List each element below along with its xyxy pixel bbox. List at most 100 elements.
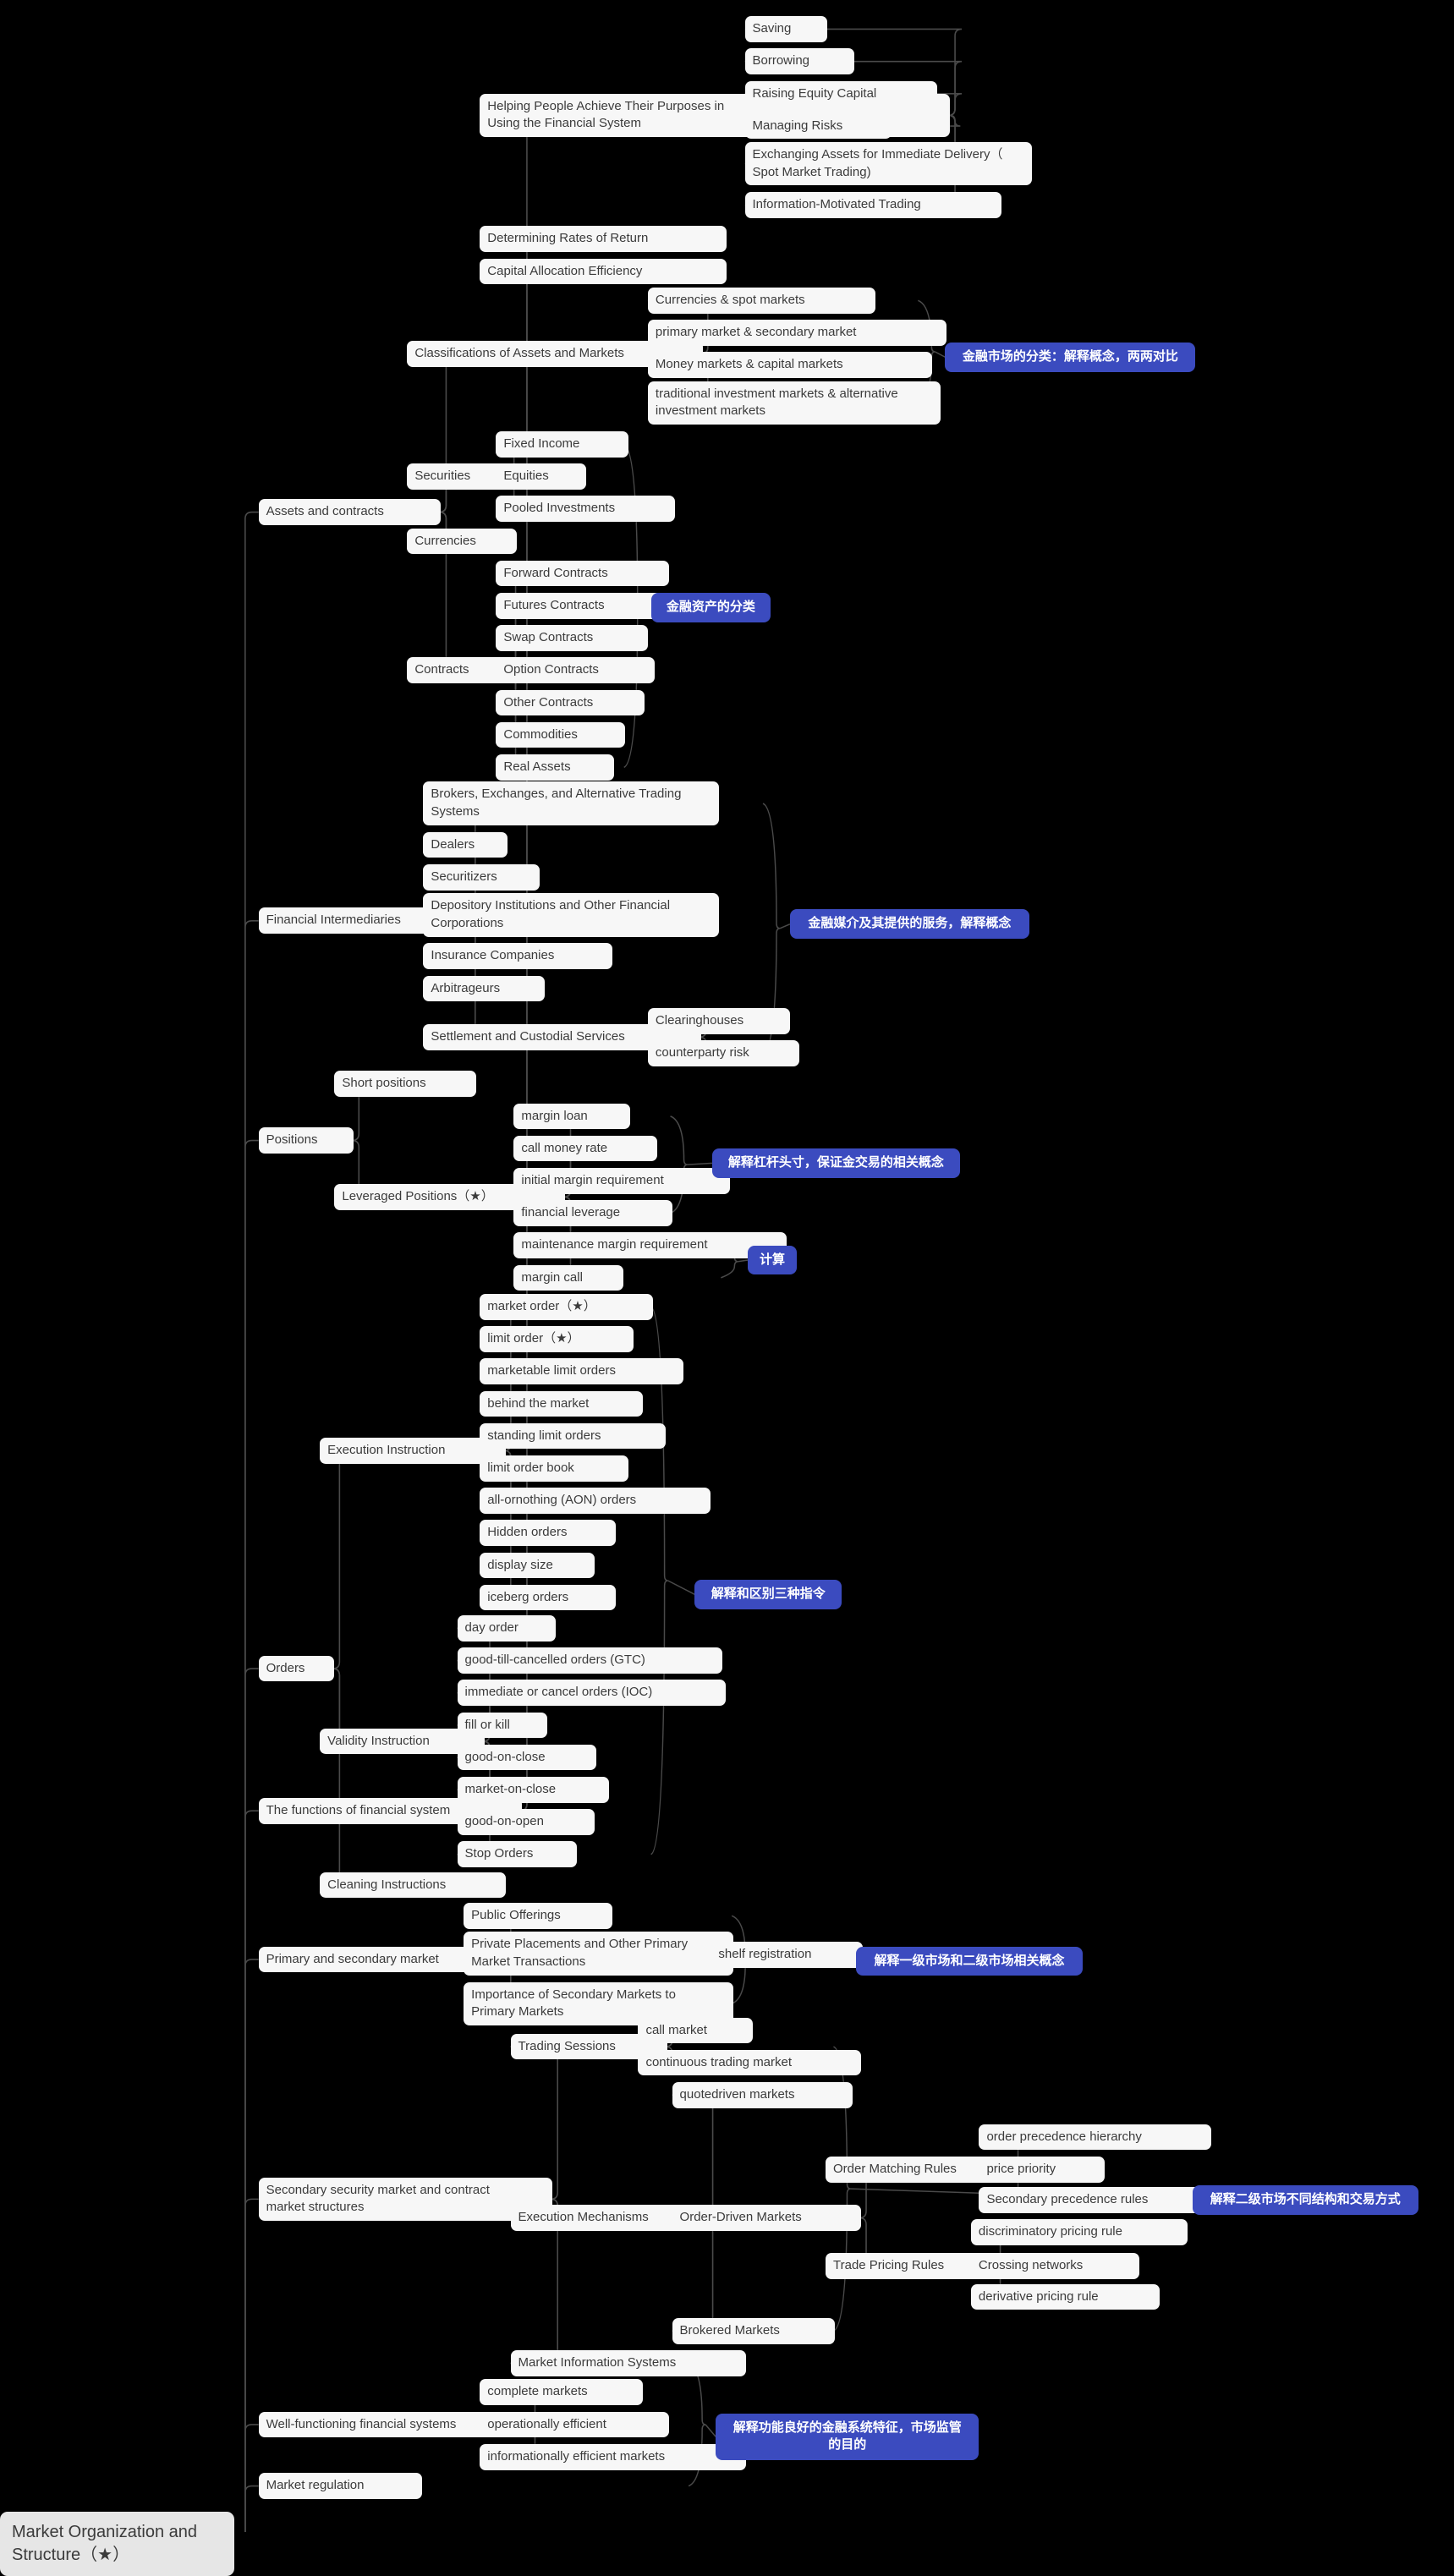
node-swap-contracts[interactable]: Swap Contracts	[496, 625, 648, 651]
node-currencies-spot-markets[interactable]: Currencies & spot markets	[647, 287, 876, 314]
node-forward-contracts[interactable]: Forward Contracts	[496, 560, 669, 587]
node-maintenance-margin-requirement[interactable]: maintenance margin requirement	[513, 1232, 787, 1259]
node-display-size[interactable]: display size	[480, 1552, 595, 1579]
node-market-on-close[interactable]: market-on-close	[457, 1777, 610, 1803]
mindmap-root-node[interactable]: Market Organization and Structure（★）	[0, 2512, 234, 2576]
annotation-node[interactable]: 金融媒介及其提供的服务，解释概念	[789, 909, 1029, 940]
node-traditional-investment-markets-alternative-i[interactable]: traditional investment markets & alterna…	[647, 381, 941, 425]
node-financial-leverage[interactable]: financial leverage	[513, 1200, 672, 1226]
node-order-driven-markets[interactable]: Order-Driven Markets	[672, 2205, 862, 2231]
node-insurance-companies[interactable]: Insurance Companies	[423, 943, 612, 970]
node-continuous-trading-market[interactable]: continuous trading market	[638, 2049, 862, 2076]
annotation-node[interactable]: 解释二级市场不同结构和交易方式	[1192, 2185, 1418, 2215]
node-pooled-investments[interactable]: Pooled Investments	[496, 496, 676, 523]
node-immediate-or-cancel-orders-ioc[interactable]: immediate or cancel orders (IOC)	[457, 1680, 726, 1707]
node-derivative-pricing-rule[interactable]: derivative pricing rule	[970, 2283, 1160, 2310]
node-clearinghouses[interactable]: Clearinghouses	[647, 1007, 790, 1034]
node-call-market[interactable]: call market	[638, 2017, 754, 2044]
node-securitizers[interactable]: Securitizers	[423, 863, 540, 891]
node-hidden-orders[interactable]: Hidden orders	[480, 1520, 616, 1546]
node-depository-institutions-and-other-financial-[interactable]: Depository Institutions and Other Financ…	[423, 893, 719, 937]
node-brokered-markets[interactable]: Brokered Markets	[672, 2317, 836, 2344]
node-complete-markets[interactable]: complete markets	[480, 2379, 644, 2406]
node-commodities[interactable]: Commodities	[496, 721, 626, 748]
node-counterparty-risk[interactable]: counterparty risk	[647, 1040, 800, 1066]
node-standing-limit-orders[interactable]: standing limit orders	[480, 1422, 666, 1450]
node-arbitrageurs[interactable]: Arbitrageurs	[423, 975, 545, 1002]
node-execution-instruction[interactable]: Execution Instruction	[320, 1437, 506, 1464]
node-trade-pricing-rules[interactable]: Trade Pricing Rules	[826, 2253, 996, 2280]
node-contracts[interactable]: Contracts	[407, 657, 511, 684]
node-information-motivated-trading[interactable]: Information-Motivated Trading	[744, 192, 1002, 218]
node-option-contracts[interactable]: Option Contracts	[496, 657, 655, 684]
node-determining-rates-of-return[interactable]: Determining Rates of Return	[480, 226, 727, 253]
node-market-order[interactable]: market order（★）	[480, 1293, 653, 1320]
node-raising-equity-capital[interactable]: Raising Equity Capital	[744, 80, 937, 107]
node-short-positions[interactable]: Short positions	[334, 1071, 477, 1098]
node-good-till-cancelled-orders-gtc[interactable]: good-till-cancelled orders (GTC)	[457, 1647, 722, 1674]
node-day-order[interactable]: day order	[457, 1615, 557, 1642]
node-marketable-limit-orders[interactable]: marketable limit orders	[480, 1358, 683, 1384]
node-secondary-security-market-and-contract-marke[interactable]: Secondary security market and contract m…	[258, 2177, 553, 2222]
node-money-markets-capital-markets[interactable]: Money markets & capital markets	[647, 352, 933, 379]
node-other-contracts[interactable]: Other Contracts	[496, 689, 645, 716]
node-shelf-registration[interactable]: shelf registration	[711, 1941, 863, 1968]
node-market-regulation[interactable]: Market regulation	[258, 2473, 422, 2499]
connector-line	[244, 1810, 259, 2532]
node-behind-the-market[interactable]: behind the market	[480, 1390, 644, 1417]
annotation-node[interactable]: 金融资产的分类	[650, 592, 771, 622]
connector-line	[244, 919, 259, 2532]
node-assets-and-contracts[interactable]: Assets and contracts	[258, 499, 442, 525]
node-limit-order-book[interactable]: limit order book	[480, 1455, 628, 1482]
node-margin-call[interactable]: margin call	[513, 1264, 624, 1291]
node-private-placements-and-other-primary-market-[interactable]: Private Placements and Other Primary Mar…	[464, 1932, 734, 1976]
node-discriminatory-pricing-rule[interactable]: discriminatory pricing rule	[970, 2219, 1188, 2246]
annotation-node[interactable]: 计算	[748, 1245, 797, 1275]
node-equities[interactable]: Equities	[496, 463, 587, 490]
node-dealers[interactable]: Dealers	[423, 831, 508, 858]
node-market-information-systems[interactable]: Market Information Systems	[510, 2350, 747, 2376]
node-secondary-precedence-rules[interactable]: Secondary precedence rules	[979, 2187, 1223, 2213]
connector-wires	[244, 28, 1193, 2532]
node-real-assets[interactable]: Real Assets	[496, 754, 614, 781]
node-securities[interactable]: Securities	[407, 463, 509, 490]
node-operationally-efficient[interactable]: operationally efficient	[480, 2411, 669, 2438]
node-margin-loan[interactable]: margin loan	[513, 1103, 630, 1130]
node-managing-risks[interactable]: Managing Risks	[744, 112, 892, 140]
annotation-node[interactable]: 解释一级市场和二级市场相关概念	[856, 1946, 1083, 1976]
node-borrowing[interactable]: Borrowing	[744, 48, 855, 74]
node-positions[interactable]: Positions	[258, 1127, 354, 1154]
node-informationally-efficient-markets[interactable]: informationally efficient markets	[480, 2443, 747, 2470]
node-quotedriven-markets[interactable]: quotedriven markets	[672, 2081, 853, 2108]
node-good-on-open[interactable]: good-on-open	[457, 1809, 595, 1835]
node-primary-market-secondary-market[interactable]: primary market & secondary market	[647, 320, 947, 346]
node-call-money-rate[interactable]: call money rate	[513, 1135, 658, 1162]
summary-brace	[650, 1306, 668, 1855]
node-stop-orders[interactable]: Stop Orders	[457, 1841, 577, 1868]
node-initial-margin-requirement[interactable]: initial margin requirement	[513, 1167, 731, 1194]
connector-line	[244, 2485, 259, 2532]
node-fixed-income[interactable]: Fixed Income	[496, 430, 628, 458]
node-good-on-close[interactable]: good-on-close	[457, 1744, 596, 1771]
node-brokers-exchanges-and-alternative-trading-sy[interactable]: Brokers, Exchanges, and Alternative Trad…	[423, 781, 719, 825]
annotation-node[interactable]: 解释功能良好的金融系统特征，市场监管 的目的	[716, 2413, 979, 2460]
node-cleaning-instructions[interactable]: Cleaning Instructions	[320, 1872, 506, 1899]
node-limit-order[interactable]: limit order（★）	[480, 1326, 634, 1352]
node-price-priority[interactable]: price priority	[979, 2156, 1106, 2183]
node-futures-contracts[interactable]: Futures Contracts	[496, 592, 663, 619]
node-exchanging-assets-for-immediate-delivery-spo[interactable]: Exchanging Assets for Immediate Delivery…	[744, 142, 1033, 186]
node-saving[interactable]: Saving	[744, 16, 827, 42]
annotation-node[interactable]: 解释和区别三种指令	[694, 1579, 842, 1609]
node-all-ornothing-aon-orders[interactable]: all-ornothing (AON) orders	[480, 1488, 711, 1514]
node-orders[interactable]: Orders	[258, 1655, 335, 1682]
node-fill-or-kill[interactable]: fill or kill	[457, 1712, 548, 1739]
node-currencies[interactable]: Currencies	[407, 528, 518, 555]
node-order-precedence-hierarchy[interactable]: order precedence hierarchy	[979, 2124, 1212, 2151]
node-public-offerings[interactable]: Public Offerings	[464, 1902, 612, 1929]
annotation-node[interactable]: 解释杠杆头寸，保证金交易的相关概念	[712, 1148, 960, 1178]
node-iceberg-orders[interactable]: iceberg orders	[480, 1584, 616, 1611]
connector-line	[244, 1139, 259, 2532]
annotation-node[interactable]: 金融市场的分类：解释概念，两两对比	[945, 342, 1196, 372]
node-capital-allocation-efficiency[interactable]: Capital Allocation Efficiency	[480, 258, 727, 285]
node-crossing-networks[interactable]: Crossing networks	[970, 2253, 1139, 2280]
